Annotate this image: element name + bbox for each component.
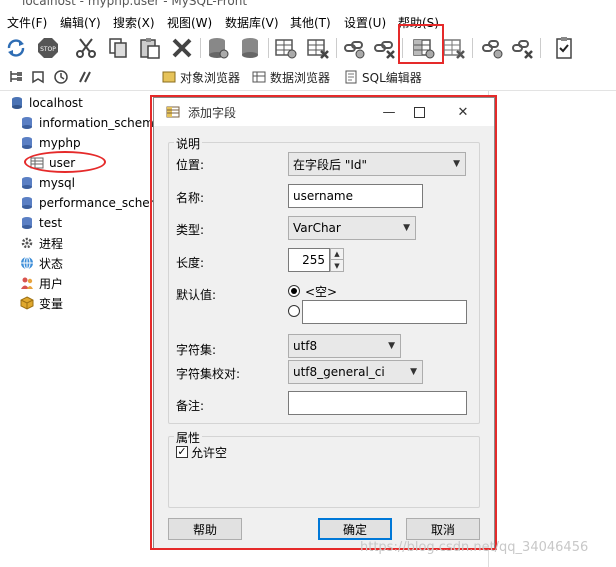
menu-database[interactable]: 数据库(V) [225, 14, 279, 31]
content-pane [488, 91, 616, 567]
tree-item-label: 变量 [39, 296, 64, 311]
secondary-toolbar: 对象浏览器 数据浏览器 SQL编辑器 [0, 64, 616, 91]
delete-icon[interactable] [170, 36, 194, 60]
menu-other[interactable]: 其他(T) [290, 14, 331, 31]
tree-item-label: 用户 [39, 276, 64, 291]
object-browser-label: 对象浏览器 [180, 70, 241, 85]
database-icon [22, 217, 32, 229]
new-link-icon[interactable] [342, 36, 366, 60]
paste-icon[interactable] [138, 36, 162, 60]
variables-icon [20, 296, 34, 310]
tree-item-variables[interactable]: 变量 [20, 294, 63, 312]
toolbar-separator [540, 38, 541, 58]
users-icon [21, 277, 33, 289]
properties-icon[interactable] [552, 36, 576, 60]
data-browser-icon [252, 71, 266, 83]
tree-item-performance-schema[interactable]: performance_scher [20, 194, 155, 212]
tree-item-test[interactable]: test [20, 214, 62, 232]
tree-item-processes[interactable]: 进程 [20, 234, 63, 252]
new-database-icon[interactable] [206, 36, 230, 60]
database-icon [22, 177, 32, 189]
tree-item-label: myphp [39, 136, 81, 150]
toolbar-separator [472, 38, 473, 58]
copy-icon[interactable] [106, 36, 130, 60]
data-browser-tab[interactable]: 数据浏览器 [252, 68, 330, 86]
delete-link-icon[interactable] [372, 36, 396, 60]
data-browser-label: 数据浏览器 [270, 70, 331, 85]
tree-item-users[interactable]: 用户 [20, 274, 63, 292]
object-browser-icon [162, 71, 176, 83]
tree-item-label: test [39, 216, 63, 230]
new-foreign-key-icon[interactable] [480, 36, 504, 60]
tree-item-label: information_schem [39, 116, 154, 130]
tree-item-information-schema[interactable]: information_schem [20, 114, 154, 132]
database-icon[interactable] [238, 36, 262, 60]
tree-item-label: 状态 [39, 256, 64, 271]
sql-editor-tab[interactable]: SQL编辑器 [344, 68, 422, 86]
tree-view-icon[interactable] [8, 69, 24, 85]
toolbar-highlight-frame [398, 24, 444, 64]
menu-settings[interactable]: 设置(U) [344, 14, 386, 31]
sql-editor-icon [345, 70, 357, 84]
bookmark-icon[interactable] [30, 69, 46, 85]
menu-edit[interactable]: 编辑(Y) [60, 14, 101, 31]
new-table-icon[interactable] [274, 36, 298, 60]
toolbar-separator [200, 38, 201, 58]
process-icon [21, 237, 33, 249]
tree-item-label: 进程 [39, 236, 64, 251]
object-browser-tab[interactable]: 对象浏览器 [162, 68, 240, 86]
sql-editor-label: SQL编辑器 [362, 70, 422, 85]
window-title: localhost - myphp.user - MySQL-Front [22, 0, 248, 8]
toolbar-separator [268, 38, 269, 58]
menu-view[interactable]: 视图(W) [167, 14, 212, 31]
filter-icon[interactable] [77, 69, 93, 85]
server-icon [12, 97, 22, 109]
dialog-highlight-frame [150, 95, 497, 550]
database-icon [22, 117, 32, 129]
history-icon[interactable] [53, 69, 69, 85]
delete-field-icon[interactable] [442, 36, 466, 60]
tree-item-label: mysql [39, 176, 75, 190]
database-icon [22, 137, 32, 149]
watermark: https://blog.csdn.net/qq_34046456 [360, 540, 589, 555]
tree-item-status[interactable]: 状态 [20, 254, 63, 272]
tree-item-label: performance_scher [39, 196, 155, 210]
main-toolbar: STOP [0, 24, 616, 64]
tree-item-localhost[interactable]: localhost [10, 94, 83, 112]
window-titlebar: localhost - myphp.user - MySQL-Front [0, 0, 616, 12]
menu-search[interactable]: 搜索(X) [113, 14, 155, 31]
menu-file[interactable]: 文件(F) [7, 14, 47, 31]
stop-icon[interactable]: STOP [36, 36, 60, 60]
refresh-icon[interactable] [4, 36, 28, 60]
cut-icon[interactable] [74, 36, 98, 60]
database-icon [22, 197, 32, 209]
status-icon [21, 256, 33, 270]
tree-item-mysql[interactable]: mysql [20, 174, 75, 192]
tree-item-myphp[interactable]: myphp [20, 134, 81, 152]
svg-text:STOP: STOP [40, 46, 56, 53]
menu-bar: 文件(F) 编辑(Y) 搜索(X) 视图(W) 数据库(V) 其他(T) 设置(… [0, 12, 616, 32]
delete-foreign-key-icon[interactable] [510, 36, 534, 60]
delete-table-icon[interactable] [306, 36, 330, 60]
toolbar-separator [336, 38, 337, 58]
user-table-highlight-ellipse [24, 151, 106, 173]
tree-item-label: localhost [29, 96, 83, 110]
